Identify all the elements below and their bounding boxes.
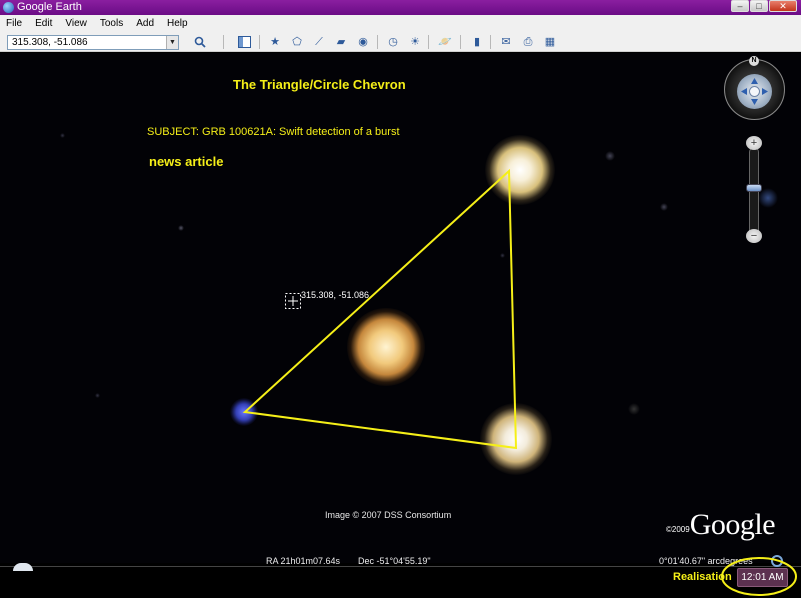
menu-view[interactable]: View [65,15,87,32]
toolbar-separator [223,35,224,49]
menu-help[interactable]: Help [167,15,188,32]
sidebar-icon[interactable] [235,34,253,50]
title-bar: Google Earth – □ ✕ [0,0,801,15]
north-indicator[interactable]: N [749,56,759,66]
crosshair-icon [285,293,301,309]
email-icon[interactable]: ✉ [497,34,515,50]
placemark-icon[interactable]: ★ [266,34,284,50]
google-earth-icon [3,2,14,13]
imagery-copyright: Image © 2007 DSS Consortium [325,510,452,520]
window-title: Google Earth [17,1,82,13]
google-logo: ©2009Google [666,508,776,541]
zoom-slider-thumb[interactable] [746,184,762,192]
menu-add[interactable]: Add [136,15,154,32]
toolbar-separator [259,35,260,49]
status-divider [0,566,801,567]
coordinate-label: 315.308, -51.086 [301,290,370,300]
historical-imagery-icon[interactable]: ◷ [384,34,402,50]
ruler-icon[interactable]: ▮ [468,34,486,50]
toolbar-separator [377,35,378,49]
sunlight-icon[interactable]: ☀ [406,34,424,50]
declination-readout: Dec -51°04'55.19" [358,556,431,566]
image-overlay-icon[interactable]: ▰ [332,34,350,50]
sky-viewport[interactable]: The Triangle/Circle Chevron SUBJECT: GRB… [0,53,801,598]
view-in-maps-icon[interactable]: ▦ [541,34,559,50]
toolbar-separator [460,35,461,49]
google-earth-window: Google Earth – □ ✕ File Edit View Tools … [0,0,801,598]
news-article-link[interactable]: news article [149,154,223,169]
menu-tools[interactable]: Tools [100,15,123,32]
planets-icon[interactable]: 🪐 [436,34,454,50]
toolbar-separator [428,35,429,49]
close-button[interactable]: ✕ [769,0,797,12]
toolbar: 315.308, -51.086 ▼ ★ ⬠ ⟋ ▰ ◉ ◷ ☀ 🪐 ▮ ✉ ⎙… [0,32,801,52]
menu-bar: File Edit View Tools Add Help [0,15,801,32]
menu-edit[interactable]: Edit [35,15,52,32]
maximize-button[interactable]: □ [750,0,768,12]
status-bar: RA 21h01m07.64s Dec -51°04'55.19" 0°01'4… [0,555,801,598]
toolbar-separator [490,35,491,49]
time-slider-knob[interactable] [13,563,33,571]
search-input[interactable]: 315.308, -51.086 ▼ [7,35,179,50]
highlight-ellipse [721,557,797,596]
right-ascension-readout: RA 21h01m07.64s [266,556,341,566]
zoom-out-button[interactable]: − [746,229,762,243]
menu-file[interactable]: File [6,15,22,32]
print-icon[interactable]: ⎙ [519,34,537,50]
record-tour-icon[interactable]: ◉ [354,34,372,50]
move-arrows-icon[interactable] [737,74,772,109]
polygon-icon[interactable]: ⬠ [288,34,306,50]
path-icon[interactable]: ⟋ [310,34,328,50]
overlay-title: The Triangle/Circle Chevron [233,77,406,92]
magnifier-icon[interactable] [191,34,209,50]
zoom-in-button[interactable]: + [746,136,762,150]
window-controls: – □ ✕ [731,0,797,14]
overlay-subject: SUBJECT: GRB 100621A: Swift detection of… [147,126,400,138]
search-dropdown-button[interactable]: ▼ [166,36,178,49]
minimize-button[interactable]: – [731,0,749,12]
search-input-value: 315.308, -51.086 [12,37,88,48]
